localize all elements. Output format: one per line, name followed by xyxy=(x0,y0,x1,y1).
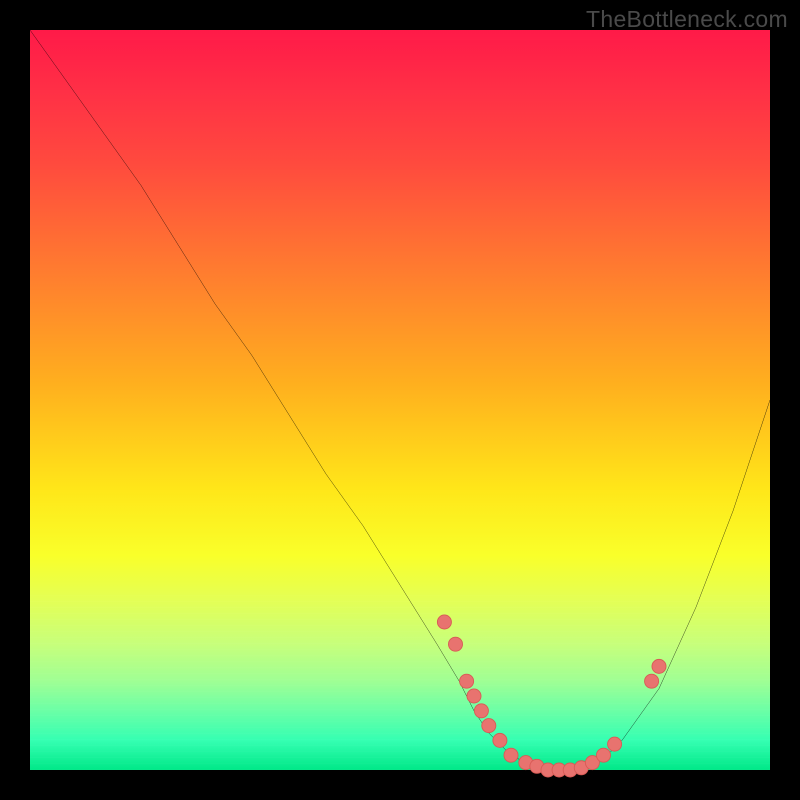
data-marker xyxy=(467,689,481,703)
data-marker xyxy=(504,748,518,762)
chart-svg xyxy=(30,30,770,770)
data-marker xyxy=(482,719,496,733)
data-marker xyxy=(493,733,507,747)
data-marker xyxy=(460,674,474,688)
data-marker xyxy=(608,737,622,751)
data-marker xyxy=(652,659,666,673)
plot-area xyxy=(30,30,770,770)
data-marker xyxy=(474,704,488,718)
watermark-text: TheBottleneck.com xyxy=(586,6,788,33)
data-markers xyxy=(437,615,666,777)
chart-frame: TheBottleneck.com xyxy=(0,0,800,800)
data-marker xyxy=(448,637,462,651)
data-marker xyxy=(437,615,451,629)
data-marker xyxy=(645,674,659,688)
data-marker xyxy=(596,748,610,762)
